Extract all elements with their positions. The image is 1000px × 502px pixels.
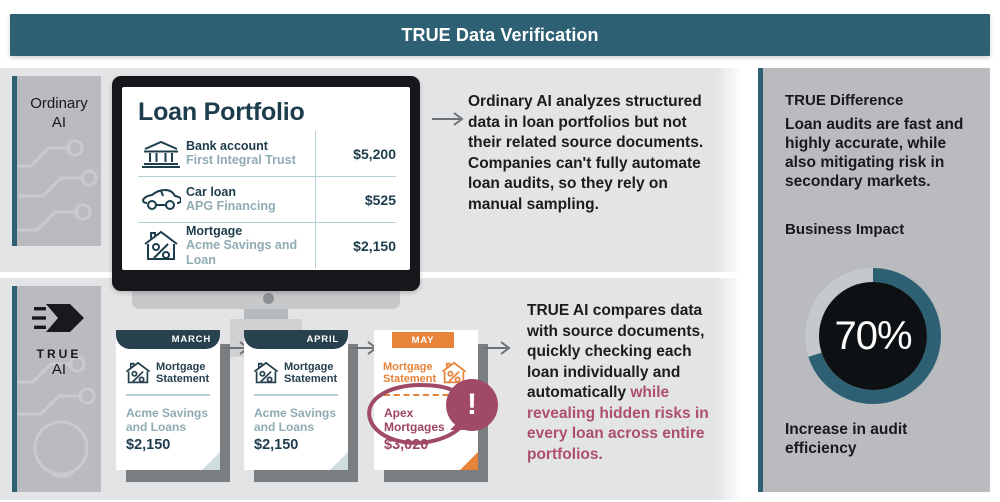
donut-value-label: 70% (834, 313, 912, 358)
card-org-line1: Acme Savings (126, 406, 209, 420)
business-impact-heading: Business Impact (785, 221, 905, 238)
true-wordmark: TRUE (36, 347, 82, 361)
card-doc-title-line1: Mortgage (156, 360, 206, 373)
card-doc-title: Mortgage Statement (284, 361, 337, 386)
sidebar-panel-ordinary-ai: Ordinary AI (12, 76, 101, 246)
sidebar-ordinary-ai-line1: Ordinary (30, 95, 88, 112)
card-divider (254, 394, 338, 396)
sidebar-ordinary-ai-label: Ordinary AI (17, 76, 101, 132)
loan-org: APG Financing (186, 199, 276, 213)
loan-name: Mortgage (186, 223, 243, 238)
card-info: Acme Savings and Loans $2,150 (254, 406, 340, 453)
card-doc-title: Mortgage Statement (383, 361, 436, 386)
loan-portfolio-title: Loan Portfolio (138, 98, 305, 126)
loan-amount: $5,200 (315, 131, 396, 176)
card-month-tab: MAY (392, 332, 454, 348)
card-month-tab: MARCH (116, 330, 220, 349)
arrow-right-icon (483, 341, 511, 355)
loan-row-names: Mortgage Acme Savings and Loan (184, 224, 315, 268)
badge-exclamation: ! (467, 388, 477, 421)
house-percent-icon (253, 361, 279, 384)
statement-card-april: APRIL Mortgage Statement Acme Savings an… (244, 330, 358, 482)
card-amount: $2,150 (126, 437, 171, 453)
monitor-neck (244, 309, 288, 319)
card-doc-title-line1: Mortgage (284, 360, 334, 373)
loan-org: Acme Savings and Loan (186, 237, 298, 267)
true-difference-heading: TRUE Difference (785, 92, 904, 109)
card-org-line1: Acme Savings (254, 406, 337, 420)
card-info: Acme Savings and Loans $2,150 (126, 406, 212, 453)
card-org-line2: and Loans (126, 420, 187, 434)
card-divider (126, 394, 210, 396)
house-percent-icon (125, 361, 151, 384)
card-doc-title-line2: Statement (284, 373, 338, 385)
circuit-pattern-icon (17, 139, 98, 232)
card-body: MARCH Mortgage Statement Acme Savings an… (116, 330, 220, 470)
loan-name: Bank account (186, 139, 268, 153)
card-doc-title-line2: Statement (383, 373, 437, 385)
car-icon (138, 188, 184, 212)
card-doc-title-line2: Statement (156, 373, 210, 385)
header-bar: TRUE Data Verification (10, 14, 990, 56)
true-difference-body: Loan audits are fast and highly accurate… (785, 116, 964, 190)
table-row: Mortgage Acme Savings and Loan $2,150 (138, 222, 396, 268)
table-row: Bank account First Integral Trust $5,200 (138, 131, 396, 176)
business-impact-caption: Increase in audit efficiency (785, 421, 908, 457)
table-row: Car loan APG Financing $525 (138, 176, 396, 222)
card-doc-title: Mortgage Statement (156, 361, 209, 386)
card-header: Mortgage Statement (125, 356, 215, 390)
card-amount: $3,020 (384, 437, 429, 453)
card-month-tab: APRIL (244, 330, 348, 349)
true-ai-logo-icon (32, 304, 84, 332)
sidebar-ordinary-ai-line2: AI (51, 114, 67, 131)
page-fold-corner (202, 452, 220, 470)
monitor-frame: Loan Portfolio Bank account First Integr… (112, 76, 420, 291)
loan-name: Car loan (186, 185, 237, 199)
card-amount: $2,150 (254, 437, 299, 453)
true-ai-label: AI (51, 361, 67, 378)
loan-row-names: Car loan APG Financing (184, 185, 315, 214)
bank-icon (138, 139, 184, 169)
card-org-line2: and Loans (254, 420, 315, 434)
house-percent-icon (138, 230, 184, 262)
true-difference-panel: TRUE Difference Loan audits are fast and… (758, 68, 990, 492)
loan-org: First Integral Trust (186, 153, 296, 167)
statement-card-march: MARCH Mortgage Statement Acme Savings an… (116, 330, 230, 482)
true-ai-description: TRUE AI compares data with source docume… (527, 301, 722, 465)
sidebar-panel-true-ai: TRUE AI (12, 286, 101, 492)
monitor-power-button[interactable] (263, 293, 274, 304)
loan-row-names: Bank account First Integral Trust (184, 139, 315, 168)
monitor: Loan Portfolio Bank account First Integr… (112, 76, 420, 357)
card-body: APRIL Mortgage Statement Acme Savings an… (244, 330, 348, 470)
loan-amount: $2,150 (315, 223, 396, 268)
ordinary-ai-description: Ordinary AI analyzes structured data in … (468, 93, 704, 213)
true-ai-lead: TRUE AI (527, 302, 589, 319)
arrow-right-icon (432, 112, 464, 126)
card-doc-title-line1: Mortgage (383, 360, 433, 373)
monitor-screen: Loan Portfolio Bank account First Integr… (122, 87, 410, 270)
loan-portfolio-table: Bank account First Integral Trust $5,200 (138, 131, 396, 268)
loan-amount: $525 (315, 177, 396, 222)
page-fold-corner (330, 452, 348, 470)
infographic-root: TRUE Data Verification Ordinary AI TRUE … (0, 0, 1000, 502)
card-header: Mortgage Statement (253, 356, 343, 390)
exclamation-badge-icon: ! (446, 379, 498, 431)
business-impact-donut-chart: 70% (803, 266, 943, 406)
true-ai-branding: TRUE AI (17, 286, 101, 379)
page-fold-corner (460, 452, 478, 470)
page-title: TRUE Data Verification (401, 24, 599, 45)
